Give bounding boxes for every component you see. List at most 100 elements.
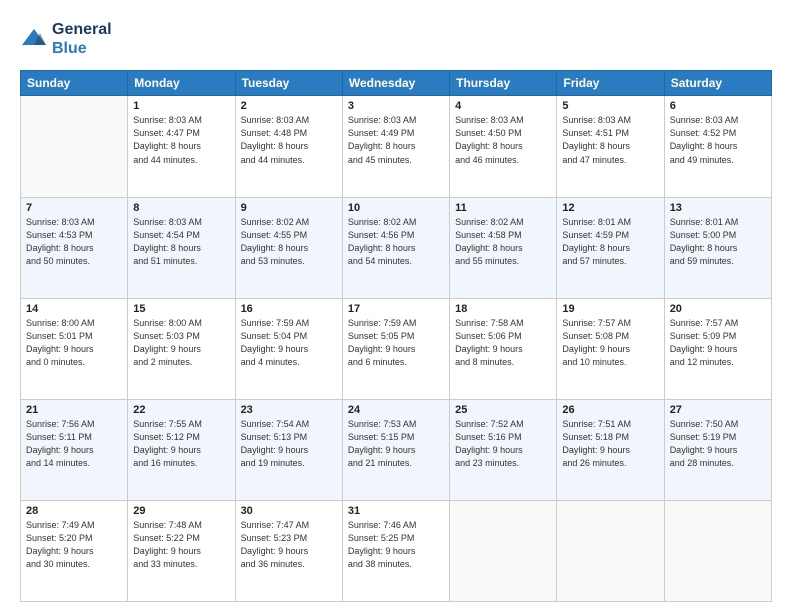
day-info: Sunrise: 7:56 AMSunset: 5:11 PMDaylight:… [26, 418, 122, 470]
day-info: Sunrise: 7:53 AMSunset: 5:15 PMDaylight:… [348, 418, 444, 470]
day-cell: 5 Sunrise: 8:03 AMSunset: 4:51 PMDaylight… [557, 96, 664, 197]
page: General Blue SundayMondayTuesdayWednesda… [0, 0, 792, 612]
day-cell [450, 500, 557, 601]
day-info: Sunrise: 7:51 AMSunset: 5:18 PMDaylight:… [562, 418, 658, 470]
day-cell: 6 Sunrise: 8:03 AMSunset: 4:52 PMDaylight… [664, 96, 771, 197]
day-info: Sunrise: 7:54 AMSunset: 5:13 PMDaylight:… [241, 418, 337, 470]
day-cell: 25 Sunrise: 7:52 AMSunset: 5:16 PMDayligh… [450, 399, 557, 500]
day-number: 20 [670, 303, 766, 315]
day-number: 7 [26, 202, 122, 214]
day-info: Sunrise: 7:57 AMSunset: 5:08 PMDaylight:… [562, 317, 658, 369]
weekday-header-monday: Monday [128, 71, 235, 96]
day-cell: 29Sunrise: 7:48 AMSunset: 5:22 PMDayligh… [128, 500, 235, 601]
day-info: Sunrise: 8:02 AMSunset: 4:58 PMDaylight:… [455, 216, 551, 268]
calendar-table: SundayMondayTuesdayWednesdayThursdayFrid… [20, 70, 772, 602]
day-cell: 24 Sunrise: 7:53 AMSunset: 5:15 PMDayligh… [342, 399, 449, 500]
day-cell: 3 Sunrise: 8:03 AMSunset: 4:49 PMDaylight… [342, 96, 449, 197]
day-number: 28 [26, 505, 122, 517]
day-cell: 27 Sunrise: 7:50 AMSunset: 5:19 PMDayligh… [664, 399, 771, 500]
day-info: Sunrise: 8:00 AMSunset: 5:01 PMDaylight:… [26, 317, 122, 369]
week-row-4: 21Sunrise: 7:56 AMSunset: 5:11 PMDayligh… [21, 399, 772, 500]
week-row-1: 1 Sunrise: 8:03 AMSunset: 4:47 PMDaylight… [21, 96, 772, 197]
day-info: Sunrise: 8:03 AMSunset: 4:53 PMDaylight:… [26, 216, 122, 268]
day-info: Sunrise: 7:46 AMSunset: 5:25 PMDaylight:… [348, 519, 444, 571]
day-cell: 28 Sunrise: 7:49 AMSunset: 5:20 PMDayligh… [21, 500, 128, 601]
day-cell: 19 Sunrise: 7:57 AMSunset: 5:08 PMDayligh… [557, 298, 664, 399]
day-cell: 23Sunrise: 7:54 AMSunset: 5:13 PMDayligh… [235, 399, 342, 500]
day-number: 6 [670, 100, 766, 112]
day-cell: 21Sunrise: 7:56 AMSunset: 5:11 PMDayligh… [21, 399, 128, 500]
day-info: Sunrise: 7:47 AMSunset: 5:23 PMDaylight:… [241, 519, 337, 571]
logo: General Blue [20, 20, 112, 58]
day-number: 24 [348, 404, 444, 416]
day-info: Sunrise: 7:57 AMSunset: 5:09 PMDaylight:… [670, 317, 766, 369]
day-cell: 22 Sunrise: 7:55 AMSunset: 5:12 PMDayligh… [128, 399, 235, 500]
day-number: 22 [133, 404, 229, 416]
day-cell: 18 Sunrise: 7:58 AMSunset: 5:06 PMDayligh… [450, 298, 557, 399]
day-cell: 4Sunrise: 8:03 AMSunset: 4:50 PMDaylight… [450, 96, 557, 197]
day-info: Sunrise: 8:03 AMSunset: 4:51 PMDaylight:… [562, 114, 658, 166]
day-number: 18 [455, 303, 551, 315]
day-info: Sunrise: 7:59 AMSunset: 5:04 PMDaylight:… [241, 317, 337, 369]
day-info: Sunrise: 8:02 AMSunset: 4:56 PMDaylight:… [348, 216, 444, 268]
day-number: 5 [562, 100, 658, 112]
day-cell: 10 Sunrise: 8:02 AMSunset: 4:56 PMDayligh… [342, 197, 449, 298]
day-info: Sunrise: 8:01 AMSunset: 4:59 PMDaylight:… [562, 216, 658, 268]
day-number: 16 [241, 303, 337, 315]
weekday-header-friday: Friday [557, 71, 664, 96]
day-cell: 1 Sunrise: 8:03 AMSunset: 4:47 PMDaylight… [128, 96, 235, 197]
day-number: 8 [133, 202, 229, 214]
day-cell [557, 500, 664, 601]
day-number: 30 [241, 505, 337, 517]
day-number: 1 [133, 100, 229, 112]
day-cell: 8 Sunrise: 8:03 AMSunset: 4:54 PMDaylight… [128, 197, 235, 298]
day-number: 12 [562, 202, 658, 214]
day-number: 11 [455, 202, 551, 214]
header: General Blue [20, 20, 772, 58]
day-number: 25 [455, 404, 551, 416]
day-number: 9 [241, 202, 337, 214]
day-info: Sunrise: 7:52 AMSunset: 5:16 PMDaylight:… [455, 418, 551, 470]
day-number: 3 [348, 100, 444, 112]
day-cell: 31 Sunrise: 7:46 AMSunset: 5:25 PMDayligh… [342, 500, 449, 601]
day-number: 17 [348, 303, 444, 315]
day-number: 4 [455, 100, 551, 112]
day-info: Sunrise: 7:55 AMSunset: 5:12 PMDaylight:… [133, 418, 229, 470]
weekday-header-wednesday: Wednesday [342, 71, 449, 96]
day-cell: 17Sunrise: 7:59 AMSunset: 5:05 PMDayligh… [342, 298, 449, 399]
day-cell: 13Sunrise: 8:01 AMSunset: 5:00 PMDayligh… [664, 197, 771, 298]
day-number: 14 [26, 303, 122, 315]
day-number: 29 [133, 505, 229, 517]
day-cell: 11 Sunrise: 8:02 AMSunset: 4:58 PMDayligh… [450, 197, 557, 298]
day-cell: 7 Sunrise: 8:03 AMSunset: 4:53 PMDaylight… [21, 197, 128, 298]
week-row-5: 28 Sunrise: 7:49 AMSunset: 5:20 PMDayligh… [21, 500, 772, 601]
day-number: 15 [133, 303, 229, 315]
day-info: Sunrise: 8:03 AMSunset: 4:48 PMDaylight:… [241, 114, 337, 166]
day-number: 19 [562, 303, 658, 315]
day-cell [664, 500, 771, 601]
day-number: 26 [562, 404, 658, 416]
day-info: Sunrise: 7:58 AMSunset: 5:06 PMDaylight:… [455, 317, 551, 369]
day-info: Sunrise: 7:50 AMSunset: 5:19 PMDaylight:… [670, 418, 766, 470]
day-number: 27 [670, 404, 766, 416]
day-info: Sunrise: 8:02 AMSunset: 4:55 PMDaylight:… [241, 216, 337, 268]
day-info: Sunrise: 7:49 AMSunset: 5:20 PMDaylight:… [26, 519, 122, 571]
weekday-header-thursday: Thursday [450, 71, 557, 96]
day-cell: 2Sunrise: 8:03 AMSunset: 4:48 PMDaylight… [235, 96, 342, 197]
week-row-3: 14 Sunrise: 8:00 AMSunset: 5:01 PMDayligh… [21, 298, 772, 399]
day-info: Sunrise: 8:03 AMSunset: 4:52 PMDaylight:… [670, 114, 766, 166]
day-info: Sunrise: 8:03 AMSunset: 4:47 PMDaylight:… [133, 114, 229, 166]
day-cell: 14 Sunrise: 8:00 AMSunset: 5:01 PMDayligh… [21, 298, 128, 399]
day-cell: 20 Sunrise: 7:57 AMSunset: 5:09 PMDayligh… [664, 298, 771, 399]
day-cell: 30 Sunrise: 7:47 AMSunset: 5:23 PMDayligh… [235, 500, 342, 601]
day-cell: 12 Sunrise: 8:01 AMSunset: 4:59 PMDayligh… [557, 197, 664, 298]
weekday-header-sunday: Sunday [21, 71, 128, 96]
day-info: Sunrise: 8:03 AMSunset: 4:54 PMDaylight:… [133, 216, 229, 268]
day-cell: 9 Sunrise: 8:02 AMSunset: 4:55 PMDaylight… [235, 197, 342, 298]
day-number: 10 [348, 202, 444, 214]
day-info: Sunrise: 8:00 AMSunset: 5:03 PMDaylight:… [133, 317, 229, 369]
weekday-header-tuesday: Tuesday [235, 71, 342, 96]
day-info: Sunrise: 8:01 AMSunset: 5:00 PMDaylight:… [670, 216, 766, 268]
day-info: Sunrise: 8:03 AMSunset: 4:49 PMDaylight:… [348, 114, 444, 166]
day-number: 31 [348, 505, 444, 517]
